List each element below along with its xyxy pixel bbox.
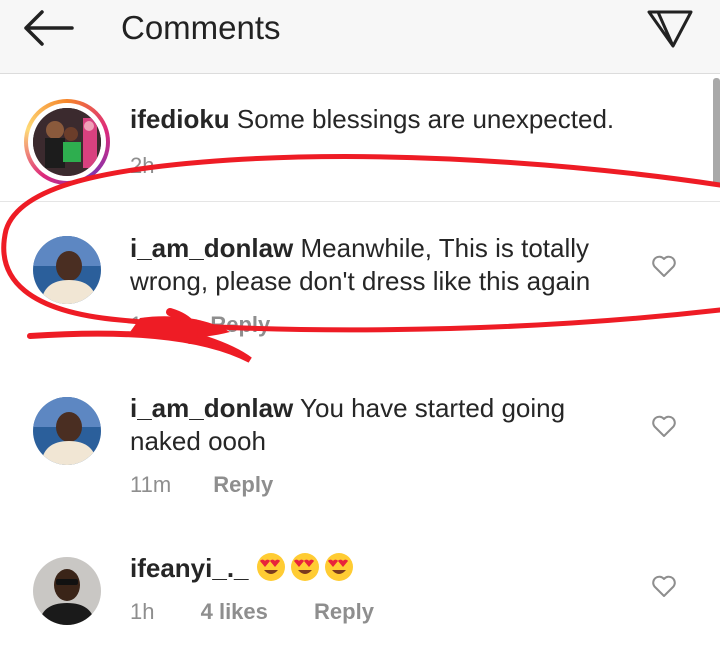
comment-time: 1h [130,599,155,624]
comment-username[interactable]: ifedioku [130,104,230,134]
reply-button[interactable]: Reply [314,599,374,624]
comment-text: ifeanyi_._ [130,552,358,585]
comment-body: Meanwhile, This is totally [300,233,590,263]
reply-button[interactable]: Reply [210,312,270,337]
comment-meta: 2h [130,152,180,180]
comment-body: You have started going [300,393,566,423]
comment-meta: 11m Reply [130,471,299,499]
comment-body-line2: wrong, please don't dress like this agai… [130,266,591,296]
red-annotation-scribble [1,154,720,363]
comment-time: 2h [130,153,155,178]
heart-icon[interactable] [651,574,677,598]
divider [0,201,720,202]
comment-body: Some blessings are unexpected. [236,104,615,134]
arrow-left-icon[interactable] [20,8,76,48]
avatar[interactable] [33,397,101,465]
avatar-story-ring[interactable] [24,99,110,185]
reply-button[interactable]: Reply [213,472,273,497]
comment-text: i_am_donlaw You have started going naked… [130,392,565,458]
heart-eyes-emoji-icon [256,553,285,581]
comment-meta: 1 Reply [130,311,296,339]
heart-eyes-emoji-icon [290,553,319,581]
comment-username[interactable]: i_am_donlaw [130,393,293,423]
scrollbar[interactable] [713,78,720,186]
comment-meta: 1h 4 likes Reply [130,598,400,626]
avatar[interactable] [33,557,101,625]
comment-body-line2: naked oooh [130,426,266,456]
avatar [33,108,101,176]
comments-header: Comments [0,0,720,74]
comment-username[interactable]: i_am_donlaw [130,233,293,263]
comment-time: 1 [130,312,143,337]
comment-text: i_am_donlaw Meanwhile, This is totally w… [130,232,590,298]
page-title: Comments [121,9,281,46]
heart-eyes-emoji-icon [324,553,353,581]
likes-count[interactable]: 4 likes [201,599,268,624]
comment-username[interactable]: ifeanyi_._ [130,553,249,583]
heart-icon[interactable] [651,254,677,278]
comment-text: ifedioku Some blessings are unexpected. [130,103,614,136]
avatar[interactable] [33,236,101,304]
paper-plane-icon[interactable] [645,6,695,50]
heart-icon[interactable] [651,414,677,438]
comment-time: 11m [130,472,172,497]
